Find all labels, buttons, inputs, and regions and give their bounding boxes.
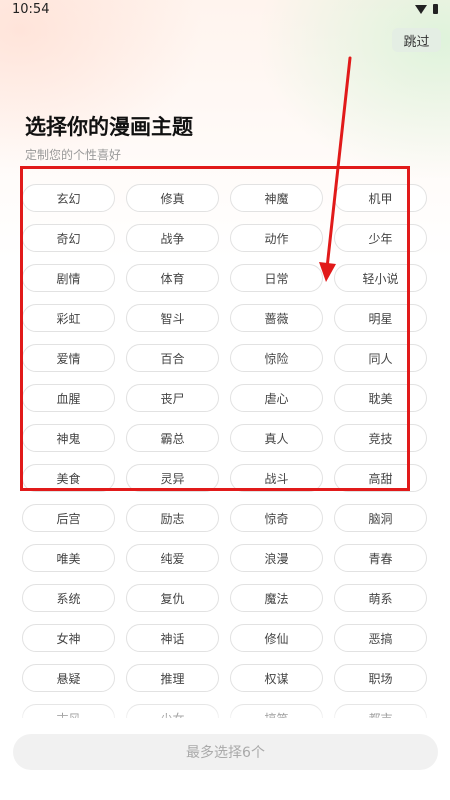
theme-chip[interactable]: 都市 [334,704,427,718]
theme-chip[interactable]: 高甜 [334,464,427,492]
theme-chip[interactable]: 女神 [22,624,115,652]
theme-chip[interactable]: 真人 [230,424,323,452]
theme-chip[interactable]: 百合 [126,344,219,372]
theme-chip[interactable]: 神鬼 [22,424,115,452]
theme-chip[interactable]: 血腥 [22,384,115,412]
theme-chip[interactable]: 复仇 [126,584,219,612]
confirm-selection-button[interactable]: 最多选择6个 [13,734,438,770]
theme-chip[interactable]: 玄幻 [22,184,115,212]
page-title: 选择你的漫画主题 [25,115,193,139]
theme-chip[interactable]: 职场 [334,664,427,692]
theme-chip[interactable]: 后宫 [22,504,115,532]
theme-chip[interactable]: 明星 [334,304,427,332]
theme-chip[interactable]: 剧情 [22,264,115,292]
theme-chip[interactable]: 脑洞 [334,504,427,532]
theme-chip[interactable]: 悬疑 [22,664,115,692]
theme-chip[interactable]: 机甲 [334,184,427,212]
theme-chip[interactable]: 恶搞 [334,624,427,652]
theme-chip[interactable]: 青春 [334,544,427,572]
theme-chip[interactable]: 古风 [22,704,115,718]
theme-chip[interactable]: 彩虹 [22,304,115,332]
theme-chip[interactable]: 惊险 [230,344,323,372]
theme-chip[interactable]: 丧尸 [126,384,219,412]
wifi-icon [415,4,427,14]
theme-chip[interactable]: 魔法 [230,584,323,612]
status-bar: 10:54 [0,0,450,22]
theme-chip[interactable]: 推理 [126,664,219,692]
theme-chip[interactable]: 灵异 [126,464,219,492]
skip-button[interactable]: 跳过 [392,28,441,52]
theme-chip[interactable]: 系统 [22,584,115,612]
theme-chip[interactable]: 浪漫 [230,544,323,572]
theme-chip[interactable]: 蔷薇 [230,304,323,332]
theme-list[interactable]: 玄幻 修真 神魔 机甲奇幻 战争 动作 少年剧情 体育 日常 轻小说彩虹 智斗 蔷薇 明星爱情 百合 惊险同… [0,178,450,718]
theme-chip[interactable]: 虐心 [230,384,323,412]
theme-chip[interactable]: 励志 [126,504,219,532]
status-time: 10:54 [12,2,50,17]
theme-chip[interactable]: 奇幻 [22,224,115,252]
theme-chip[interactable]: 美食 [22,464,115,492]
theme-chip[interactable]: 神魔 [230,184,323,212]
theme-chip[interactable]: 唯美 [22,544,115,572]
theme-chip[interactable]: 爱情 [22,344,115,372]
theme-chip[interactable]: 体育 [126,264,219,292]
theme-chip[interactable]: 轻小说 [334,264,427,292]
theme-chip[interactable]: 神话 [126,624,219,652]
theme-chip[interactable]: 智斗 [126,304,219,332]
theme-chip[interactable]: 竞技 [334,424,427,452]
theme-chip[interactable]: 少女 [126,704,219,718]
theme-chip[interactable]: 霸总 [126,424,219,452]
theme-chip[interactable]: 战斗 [230,464,323,492]
theme-chip[interactable]: 萌系 [334,584,427,612]
theme-chip[interactable]: 惊奇 [230,504,323,532]
theme-chip[interactable]: 日常 [230,264,323,292]
theme-chip[interactable]: 战争 [126,224,219,252]
theme-chip[interactable]: 同人 [334,344,427,372]
theme-chip[interactable]: 修仙 [230,624,323,652]
page-subtitle: 定制您的个性喜好 [25,148,122,162]
theme-chip[interactable]: 少年 [334,224,427,252]
theme-grid: 玄幻 修真 神魔 机甲奇幻 战争 动作 少年剧情 体育 日常 轻小说彩虹 智斗 蔷薇 明星爱情 百合 惊险同… [0,178,450,718]
theme-chip[interactable]: 权谋 [230,664,323,692]
status-icons [415,4,438,14]
theme-chip[interactable]: 动作 [230,224,323,252]
theme-chip[interactable]: 修真 [126,184,219,212]
theme-chip[interactable]: 纯爱 [126,544,219,572]
theme-chip[interactable]: 搞笑 [230,704,323,718]
battery-icon [433,4,438,14]
theme-chip[interactable]: 耽美 [334,384,427,412]
